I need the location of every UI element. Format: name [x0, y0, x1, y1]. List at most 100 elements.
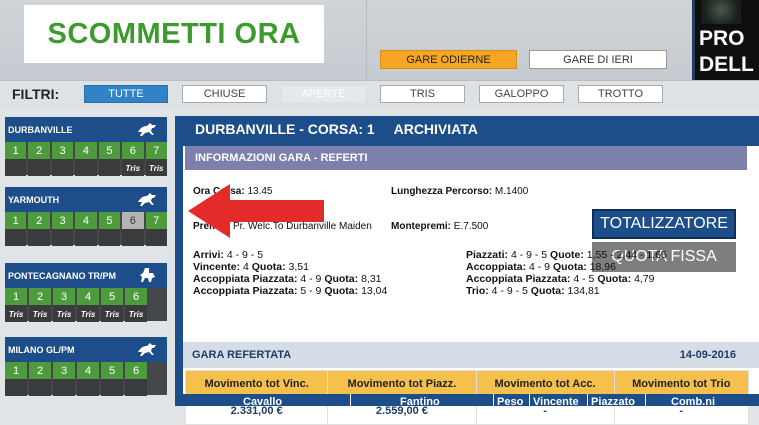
meeting-name: YARMOUTH — [8, 195, 60, 205]
runners-header-fantino: Fantino — [400, 396, 440, 408]
meeting-name: PONTECAGNANO TR/PM — [8, 271, 116, 281]
result-value: 4 - 9 - 5 — [226, 249, 264, 261]
race-button[interactable]: 1 — [5, 142, 27, 176]
result-line: Accoppiata Piazzata: 5 - 9 Quota: 13,04 — [193, 285, 387, 297]
race-button[interactable]: 2 Tris — [29, 288, 51, 322]
result-line: Vincente: 4 Quota: 3,51 — [193, 261, 309, 273]
result-label: Accoppiata Piazzata: — [193, 285, 298, 297]
race-button[interactable]: 5 Tris — [101, 288, 123, 322]
galloping-horse-icon — [137, 191, 157, 207]
race-button[interactable]: 1 — [5, 362, 27, 396]
race-button[interactable]: 6 Tris — [125, 288, 147, 322]
quota-value: 8,31 — [361, 273, 382, 285]
quota-label: Quota: — [597, 273, 632, 285]
race-tag — [75, 160, 97, 176]
race-title: DURBANVILLE - CORSA: 1 ARCHIVIATA — [195, 121, 478, 137]
quota-value: 134,81 — [567, 285, 600, 297]
meeting-card: MILANO GL/PM 1 2 3 4 5 6 — [5, 337, 167, 396]
promo-banner[interactable]: PRO DELL — [692, 0, 759, 88]
race-button[interactable]: 3 — [51, 212, 74, 246]
race-button[interactable]: 7 Tris — [145, 142, 167, 176]
race-number: 4 — [75, 142, 97, 160]
race-tag — [29, 380, 51, 396]
runners-table-header: Cavallo Fantino Peso Vincente Piazzato C… — [175, 394, 759, 408]
meeting-header[interactable]: YARMOUTH — [5, 187, 167, 212]
race-tag — [28, 160, 50, 176]
result-label: Accoppiata Piazzata: — [466, 273, 571, 285]
race-length-label: Lunghezza Percorso: — [391, 186, 493, 197]
race-button[interactable]: 6 — [125, 362, 147, 396]
result-label: Accoppiata Piazzata: — [193, 273, 298, 285]
meeting-header[interactable]: PONTECAGNANO TR/PM — [5, 263, 167, 288]
result-line: Accoppiata Piazzata: 4 - 9 Quota: 8,31 — [193, 273, 382, 285]
race-button[interactable]: 5 — [101, 362, 123, 396]
yesterday-races-button[interactable]: GARE DI IERI — [529, 50, 667, 69]
runners-header-sep — [529, 394, 530, 406]
quota-value: 13,04 — [361, 285, 388, 297]
race-tag — [28, 230, 50, 246]
logo[interactable]: SCOMMETTI ORA — [24, 5, 324, 63]
race-number-row: 123456 — [5, 362, 167, 396]
promo-text: PRO DELL — [699, 27, 754, 76]
filter-trotto-button[interactable]: TROTTO — [578, 85, 663, 103]
result-line: Arrivi: 4 - 9 - 5 — [193, 249, 263, 261]
filter-tris-button[interactable]: TRIS — [380, 85, 465, 103]
result-label: Vincente: — [193, 261, 241, 273]
race-tag: Tris — [122, 160, 144, 176]
race-tag — [125, 380, 147, 396]
quota-label: Quote: — [550, 249, 584, 261]
race-button[interactable]: 1 Tris — [5, 288, 27, 322]
race-number: 1 — [5, 142, 27, 160]
filter-chiuse-button[interactable]: CHIUSE — [182, 85, 267, 103]
meeting-card: DURBANVILLE 1 2 3 4 5 6 Tris 7 Tris — [5, 117, 167, 176]
race-tag — [98, 160, 121, 176]
race-button[interactable]: 3 — [51, 142, 74, 176]
race-button[interactable]: 6 Tris — [122, 142, 144, 176]
race-button[interactable]: 6 — [122, 212, 144, 246]
race-button[interactable]: 4 — [77, 362, 99, 396]
race-tag: Tris — [77, 306, 99, 322]
race-number: 7 — [145, 142, 167, 160]
race-button[interactable]: 5 — [98, 142, 121, 176]
race-detail-panel: DURBANVILLE - CORSA: 1 ARCHIVIATA INFORM… — [175, 116, 759, 425]
race-number: 5 — [101, 288, 123, 306]
result-line: Accoppiata Piazzata: 4 - 5 Quota: 4,79 — [466, 273, 655, 285]
quota-value: 4,79 — [634, 273, 655, 285]
filter-galoppo-button[interactable]: GALOPPO — [479, 85, 564, 103]
race-number: 4 — [77, 362, 99, 380]
filter-aperte-button[interactable]: APERTE — [281, 85, 366, 103]
race-button[interactable]: 2 — [29, 362, 51, 396]
totalizzatore-button[interactable]: TOTALIZZATORE — [592, 209, 736, 239]
race-tag — [51, 230, 74, 246]
race-number: 2 — [29, 288, 51, 306]
race-button[interactable]: 3 Tris — [53, 288, 75, 322]
result-value: 5 - 9 — [300, 285, 322, 297]
filters-label: FILTRI: — [12, 86, 60, 102]
runners-header-combinazioni: Comb.ni — [671, 396, 715, 408]
quota-label: Quota: — [530, 285, 565, 297]
race-button[interactable]: 4 — [75, 212, 97, 246]
meeting-header[interactable]: DURBANVILLE — [5, 117, 167, 142]
race-button[interactable]: 4 — [75, 142, 97, 176]
result-value: 4 - 5 — [573, 273, 595, 285]
race-button[interactable]: 2 — [28, 212, 50, 246]
race-button[interactable]: 1 — [5, 212, 27, 246]
race-tag — [53, 380, 75, 396]
race-button[interactable]: 2 — [28, 142, 50, 176]
info-header-label: INFORMAZIONI GARA - REFERTI — [195, 152, 368, 164]
race-button[interactable]: 7 — [145, 212, 167, 246]
race-button[interactable]: 4 Tris — [77, 288, 99, 322]
result-value: 4 - 9 — [529, 261, 551, 273]
race-button[interactable]: 5 — [98, 212, 121, 246]
quota-value: 1,55 - 2,44 - 1,65 — [586, 249, 667, 261]
promo-image — [701, 0, 741, 24]
race-number: 1 — [5, 362, 27, 380]
today-races-button[interactable]: GARE ODIERNE — [380, 50, 517, 69]
race-button[interactable]: 3 — [53, 362, 75, 396]
info-header: INFORMAZIONI GARA - REFERTI — [185, 146, 747, 170]
meeting-header[interactable]: MILANO GL/PM — [5, 337, 167, 362]
race-number: 3 — [51, 212, 74, 230]
filter-tutte-button[interactable]: TUTTE — [84, 85, 168, 103]
refertata-date: 14-09-2016 — [679, 349, 736, 361]
race-number: 5 — [98, 142, 121, 160]
